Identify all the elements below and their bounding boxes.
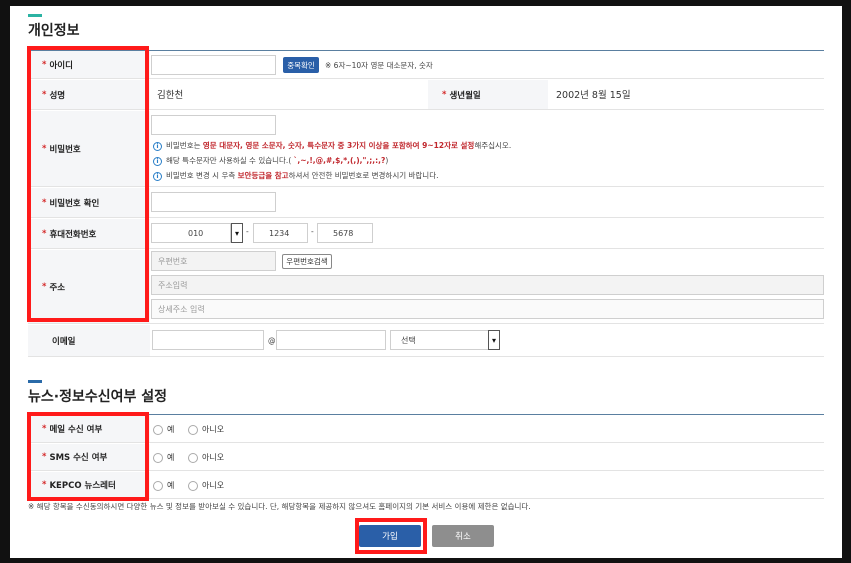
signup-form-page: 개인정보 * 아이디 중복확인 ※ 6자~10자 영문 대소문자, 숫자 * 성명 … (10, 6, 842, 558)
password-input[interactable] (151, 115, 276, 135)
phone-last-input[interactable]: 5678 (317, 223, 373, 243)
sms-consent-yes-radio[interactable]: 예 (153, 452, 174, 463)
highlight-box-consent-fields (27, 412, 149, 501)
password-confirm-input[interactable] (151, 192, 276, 212)
info-icon: i (153, 141, 162, 151)
news-settings-title: 뉴스·정보수신여부 설정 (28, 380, 167, 406)
email-domain-select[interactable]: 선택 (390, 330, 490, 350)
password-note-2: i 해당 특수문자만 사용하실 수 있습니다.( `,~,!,@,#,$,*,(,… (153, 155, 388, 166)
email-label: 이메일 (28, 325, 150, 356)
mail-consent-no-radio[interactable]: 아니오 (188, 424, 224, 435)
email-row: 이메일 @ 선택 ▾ (28, 325, 824, 357)
sms-consent-no-radio[interactable]: 아니오 (188, 452, 224, 463)
name-value: 김한천 (157, 90, 184, 101)
phone-middle-input[interactable]: 1234 (253, 223, 308, 243)
consent-footnote: ※ 해당 항목을 수신동의하시면 다양한 뉴스 및 정보를 받아보실 수 있습니… (28, 502, 531, 511)
info-icon: i (153, 156, 162, 166)
birth-label: * 생년월일 (428, 80, 548, 109)
postcode-input[interactable]: 우편번호 (151, 251, 276, 271)
cancel-button[interactable]: 취소 (432, 525, 494, 547)
phone-prefix-select[interactable]: 010 (151, 223, 231, 243)
info-icon: i (153, 171, 162, 181)
userid-hint: ※ 6자~10자 영문 대소문자, 숫자 (325, 61, 433, 70)
email-domain-input[interactable] (276, 330, 386, 350)
address-input[interactable]: 주소입력 (151, 275, 824, 295)
password-note-3: i 비밀번호 변경 시 우측 보안등급을 참고하셔서 안전한 비밀번호로 변경하시… (153, 170, 438, 181)
title-accent-bar (28, 14, 42, 17)
mail-consent-yes-radio[interactable]: 예 (153, 424, 174, 435)
newsletter-no-radio[interactable]: 아니오 (188, 480, 224, 491)
duplicate-check-button[interactable]: 중복확인 (283, 57, 319, 73)
phone-dash-2: - (311, 227, 314, 236)
email-id-input[interactable] (152, 330, 264, 350)
address-detail-input[interactable]: 상세주소 입력 (151, 299, 824, 319)
userid-input[interactable] (151, 55, 276, 75)
personal-info-title: 개인정보 (28, 14, 80, 40)
highlight-box-required-fields (27, 46, 149, 322)
title-accent-bar (28, 380, 42, 383)
email-at: @ (268, 336, 276, 345)
postcode-search-button[interactable]: 우편번호검색 (282, 254, 332, 269)
phone-dash-1: - (246, 227, 249, 236)
birth-value: 2002년 8월 15일 (556, 90, 631, 101)
chevron-down-icon[interactable]: ▾ (488, 330, 500, 350)
chevron-down-icon[interactable]: ▾ (231, 223, 243, 243)
highlight-box-join-button (355, 518, 427, 554)
newsletter-yes-radio[interactable]: 예 (153, 480, 174, 491)
password-note-1: i 비밀번호는 영문 대문자, 영문 소문자, 숫자, 특수문자 중 3가지 이상… (153, 140, 511, 151)
